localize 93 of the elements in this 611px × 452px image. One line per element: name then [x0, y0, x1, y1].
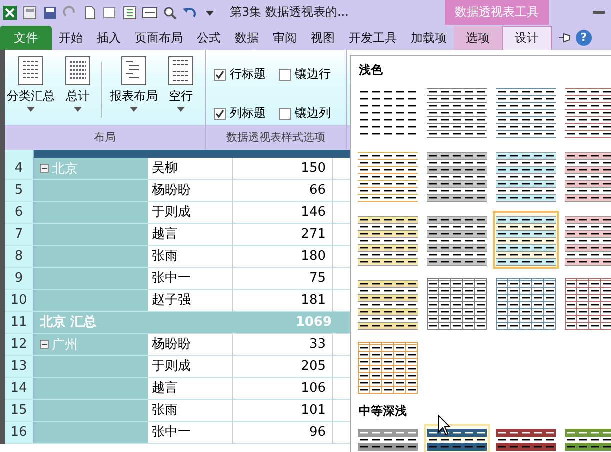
calculator-icon[interactable]: [22, 4, 38, 20]
row-number: 9: [5, 268, 34, 289]
table-cell: 越言: [148, 224, 233, 245]
row-number: 5: [5, 180, 34, 201]
table-style-thumbnail[interactable]: [493, 211, 559, 269]
sheet-icon[interactable]: [122, 4, 138, 20]
ribbon-tab[interactable]: 文件: [0, 26, 52, 50]
row-number: 15: [5, 400, 34, 421]
subtotal-label: 北京 汇总: [40, 314, 97, 332]
ribbon-tab[interactable]: 审阅: [266, 26, 304, 50]
table-cell: 96: [233, 422, 333, 443]
collapse-icon[interactable]: [40, 164, 49, 173]
layout-icon: [16, 56, 46, 86]
checkbox-icon[interactable]: [279, 68, 291, 80]
table-cell: 146: [233, 202, 333, 223]
ribbon-tab[interactable]: 选项: [454, 26, 502, 50]
table-cell: 张中一: [148, 422, 233, 443]
row-number: 7: [5, 224, 34, 245]
ribbon-button[interactable]: 总计: [61, 56, 95, 126]
table-cell: 33: [233, 334, 333, 355]
caret-icon: [74, 107, 82, 113]
ribbon-button[interactable]: 分类汇总: [5, 56, 57, 126]
row-number: 12: [5, 334, 34, 355]
table-cell: 赵子强: [148, 290, 233, 311]
ribbon-tab[interactable]: 开发工具: [342, 26, 404, 50]
ribbon-button[interactable]: 空行: [164, 56, 198, 126]
row-number: 11: [5, 312, 34, 333]
layout-icon: [166, 56, 196, 86]
table-cell: 205: [233, 356, 333, 377]
ribbon-tab[interactable]: 插入: [90, 26, 128, 50]
checkbox-icon[interactable]: [279, 108, 291, 120]
table-cell: 66: [233, 180, 333, 201]
row-number: 6: [5, 202, 34, 223]
ribbon-tab[interactable]: 页面布局: [128, 26, 190, 50]
form-icon[interactable]: [142, 4, 158, 20]
table-cell: 于则成: [148, 356, 233, 377]
checkbox[interactable]: 行标题: [214, 62, 273, 87]
table-cell: 越言: [148, 378, 233, 399]
group-label: 数据透视表样式选项: [226, 130, 326, 146]
section-title: 中等深浅: [358, 403, 408, 420]
table-cell: 75: [233, 268, 333, 289]
caret-icon: [177, 107, 185, 113]
caret-icon: [27, 107, 35, 113]
save-icon[interactable]: [42, 4, 58, 20]
ribbon-tab[interactable]: 公式: [190, 26, 228, 50]
region-name: 北京: [52, 160, 78, 178]
table-cell: 106: [233, 378, 333, 399]
mouse-cursor-icon: [438, 415, 452, 437]
checkbox[interactable]: 镶边行: [279, 62, 338, 87]
ribbon-button[interactable]: 报表布局: [108, 56, 160, 126]
row-number: 10: [5, 290, 34, 311]
caret-icon: [130, 107, 138, 113]
table-cell: 杨盼盼: [148, 180, 233, 201]
table-cell: 杨盼盼: [148, 334, 233, 355]
checkbox-icon[interactable]: [214, 68, 226, 80]
spreadsheet-app-icon[interactable]: [2, 4, 18, 20]
row-number: 8: [5, 246, 34, 267]
help-icon[interactable]: ?: [576, 30, 592, 46]
table-cell: 271: [233, 224, 333, 245]
section-title: 浅色: [358, 62, 384, 79]
ribbon-tab[interactable]: 数据: [228, 26, 266, 50]
table-cell: 于则成: [148, 202, 233, 223]
row-number: 14: [5, 378, 34, 399]
contextual-tab-title: 数据透视表工具: [445, 0, 549, 25]
row-number: 4: [5, 158, 34, 179]
row-header: [5, 150, 34, 158]
checkbox[interactable]: 列标题: [214, 101, 273, 126]
ribbon-tab[interactable]: 视图: [304, 26, 342, 50]
group-label: 布局: [93, 130, 117, 146]
ribbon-tab[interactable]: 开始: [52, 26, 90, 50]
checkbox-icon[interactable]: [214, 108, 226, 120]
table-cell: 张中一: [148, 268, 233, 289]
table-cell: 150: [233, 158, 333, 179]
checkbox[interactable]: 镶边列: [279, 101, 338, 126]
window-title: 第3集 数据透视表的...: [230, 4, 349, 21]
table-cell: 101: [233, 400, 333, 421]
ribbon-tab[interactable]: 设计: [502, 26, 552, 50]
table-cell: 张雨: [148, 400, 233, 421]
ribbon-tab[interactable]: 加载项: [404, 26, 454, 50]
table-cell: 180: [233, 246, 333, 267]
table-cell: 张雨: [148, 246, 233, 267]
pin-icon[interactable]: [558, 31, 572, 45]
table-cell: 181: [233, 290, 333, 311]
magnifier-icon[interactable]: [162, 4, 178, 20]
subtotal-value: 1069: [296, 314, 332, 332]
box-icon[interactable]: [102, 4, 118, 20]
row-number: 16: [5, 422, 34, 443]
collapse-icon[interactable]: [40, 340, 49, 349]
layout-icon: [63, 56, 93, 86]
region-name: 广州: [52, 336, 78, 354]
row-number: 13: [5, 356, 34, 377]
table-cell: 吴柳: [148, 158, 233, 179]
layout-icon: [119, 56, 149, 86]
